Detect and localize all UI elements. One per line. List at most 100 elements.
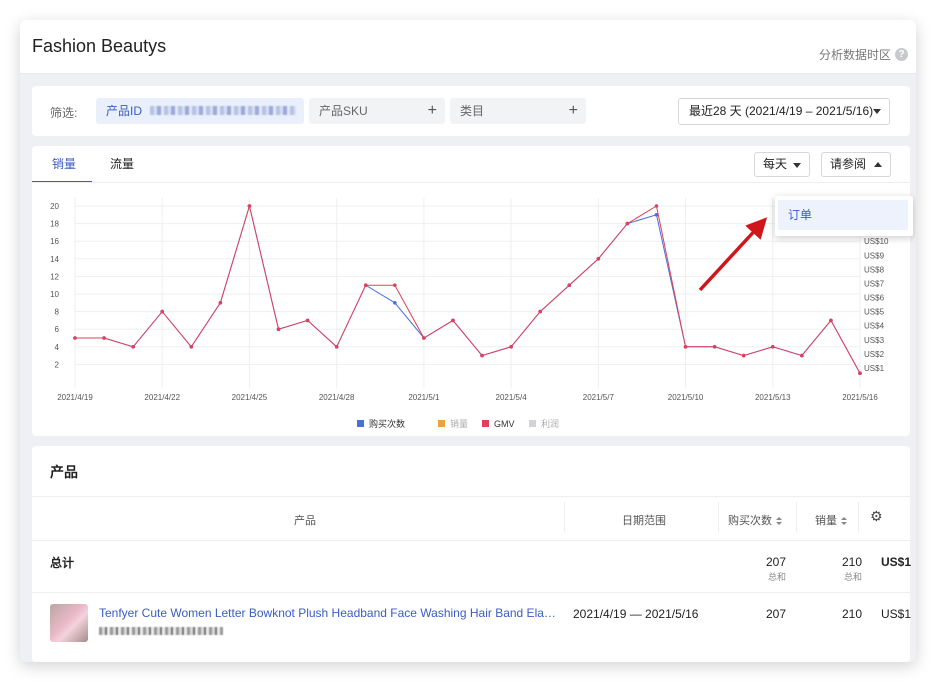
y-tick-label-right: US$9 — [864, 251, 885, 260]
series-line-GMV — [75, 204, 861, 374]
product-id-label: 产品ID — [106, 104, 143, 118]
x-tick-label: 2021/5/7 — [583, 393, 615, 402]
add-sku-icon[interactable]: + — [428, 98, 437, 124]
total-units-sum-label: 总和 — [843, 572, 862, 582]
x-tick-label: 2021/5/4 — [496, 393, 528, 402]
y-tick-label-left: 12 — [50, 272, 59, 281]
data-point — [538, 309, 542, 314]
y-tick-label-right: US$4 — [864, 322, 885, 331]
date-range-select[interactable]: 最近28 天 (2021/4/19 – 2021/5/16) — [678, 98, 890, 125]
data-point — [654, 213, 659, 217]
series-line-购买次数 — [75, 204, 861, 374]
data-point — [451, 318, 455, 323]
chevron-up-icon — [874, 162, 882, 167]
data-point — [393, 301, 397, 305]
granularity-select[interactable]: 每天 — [754, 152, 810, 177]
total-row-label: 总计 — [50, 556, 75, 570]
sku-filter-label: 产品SKU — [319, 104, 368, 118]
x-tick-label: 2021/5/1 — [408, 393, 440, 402]
header-divider — [32, 540, 910, 541]
x-tick-label: 2021/5/13 — [755, 393, 791, 402]
add-category-icon[interactable]: + — [569, 98, 578, 124]
product-date-range: 2021/4/19 — 2021/5/16 — [573, 607, 699, 621]
x-tick-label: 2021/4/22 — [144, 393, 180, 402]
product-table-card: 产品 产品 日期范围 购买次数 销量 ⚙ 总计 207 总和 210 总和 US… — [32, 446, 912, 662]
data-point — [770, 345, 775, 349]
reference-select[interactable]: 请参阅 — [821, 152, 891, 177]
col-divider — [796, 502, 797, 532]
units-header-label: 销量 — [815, 515, 837, 527]
product-name-link[interactable]: Tenfyer Cute Women Letter Bowknot Plush … — [99, 606, 557, 620]
y-tick-label-right: US$1 — [864, 364, 885, 373]
data-point — [741, 353, 746, 358]
data-point — [858, 371, 862, 375]
col-divider — [718, 502, 719, 532]
redacted-product-id — [150, 106, 296, 115]
sort-icon[interactable] — [841, 516, 847, 526]
x-tick-label: 2021/4/19 — [57, 393, 93, 402]
data-point — [218, 301, 223, 305]
y-tick-label-right: US$7 — [864, 279, 885, 288]
y-tick-label-right: US$3 — [864, 336, 885, 345]
y-tick-label-left: 16 — [50, 237, 59, 246]
data-point — [422, 336, 426, 340]
redacted-product-id — [99, 627, 223, 635]
y-tick-label-right: US$8 — [864, 265, 885, 274]
legend-swatch — [529, 420, 536, 427]
app-window: Fashion Beautys 分析数据时区 ? 筛选: 产品ID 产品SKU … — [20, 20, 916, 662]
tab-traffic[interactable]: 流量 — [110, 156, 134, 182]
y-tick-label-right: US$5 — [864, 308, 885, 317]
sku-filter-chip[interactable]: 产品SKU + — [309, 98, 445, 124]
tab-divider — [32, 182, 910, 183]
x-tick-label: 2021/5/16 — [842, 393, 878, 402]
chevron-down-icon — [873, 109, 881, 114]
y-tick-label-right: US$10 — [864, 237, 889, 246]
col-header-purchases[interactable]: 购买次数 — [728, 512, 782, 528]
legend-swatch — [357, 420, 364, 427]
filter-bar: 筛选: 产品ID 产品SKU + 类目 + 最近28 天 (2021/4/19 … — [32, 86, 910, 136]
total-row-divider — [32, 592, 910, 593]
data-point — [829, 318, 833, 323]
data-point — [654, 204, 659, 208]
timezone-info[interactable]: 分析数据时区 ? — [819, 46, 908, 63]
data-point — [160, 309, 165, 314]
y-tick-label-left: 6 — [55, 325, 60, 334]
granularity-value: 每天 — [763, 157, 788, 171]
data-point — [102, 336, 106, 340]
data-point — [683, 345, 688, 349]
x-tick-label: 2021/4/28 — [319, 393, 355, 402]
product-gmv: US$1 — [881, 607, 912, 621]
legend-swatch — [482, 420, 489, 427]
y-tick-label-left: 20 — [50, 202, 59, 211]
legend-label: 销量 — [450, 418, 468, 429]
help-icon[interactable]: ? — [895, 48, 908, 61]
menu-item-orders[interactable]: 订单 — [778, 200, 908, 230]
app-header: Fashion Beautys 分析数据时区 ? — [20, 20, 916, 74]
sort-icon[interactable] — [776, 516, 782, 526]
data-point — [393, 283, 397, 287]
date-range-value: 最近28 天 (2021/4/19 – 2021/5/16) — [689, 104, 874, 118]
data-point — [131, 345, 135, 349]
legend-label: 购买次数 — [369, 418, 405, 429]
reference-value: 请参阅 — [830, 157, 867, 171]
data-point — [363, 283, 368, 287]
product-id-filter-chip[interactable]: 产品ID — [96, 98, 304, 124]
purchases-header-label: 购买次数 — [728, 515, 772, 527]
col-header-units[interactable]: 销量 — [815, 512, 847, 528]
category-filter-chip[interactable]: 类目 + — [450, 98, 586, 124]
tab-sales[interactable]: 销量 — [52, 156, 76, 182]
y-tick-label-left: 4 — [55, 343, 60, 352]
legend-label: 利润 — [541, 418, 559, 429]
y-tick-label-left: 14 — [50, 255, 59, 264]
total-gmv: US$1 — [881, 555, 912, 569]
x-tick-label: 2021/4/25 — [232, 393, 268, 402]
chart-card: 销量 流量 每天 请参阅 2 4 6 8 10 12 14 16 18 20 US$1 US$2 US$… — [32, 146, 910, 436]
total-purchases-sum-label: 总和 — [767, 572, 786, 582]
data-point — [276, 327, 281, 331]
product-thumbnail[interactable] — [50, 604, 88, 642]
y-tick-label-left: 8 — [55, 308, 60, 317]
data-point — [509, 345, 513, 349]
gear-icon[interactable]: ⚙ — [870, 508, 883, 525]
y-tick-label-left: 18 — [50, 220, 59, 229]
chevron-down-icon — [793, 163, 801, 168]
